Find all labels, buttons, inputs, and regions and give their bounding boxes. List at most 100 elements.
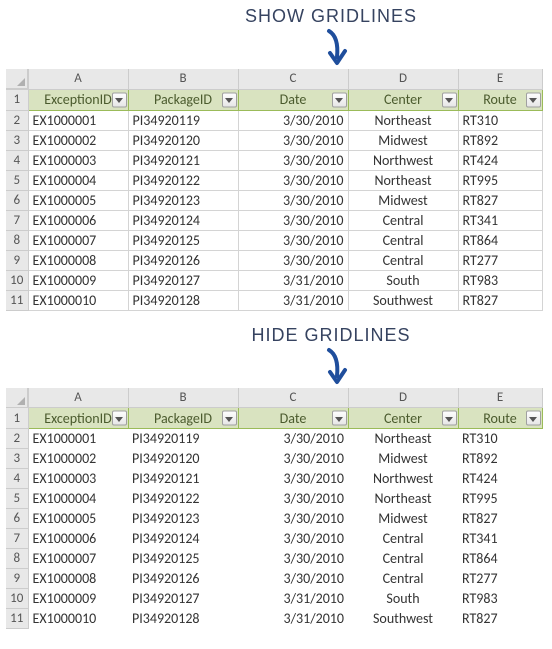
- cell-package-id[interactable]: PI34920126: [128, 569, 238, 589]
- cell-center[interactable]: Central: [348, 250, 458, 270]
- filter-dropdown-icon[interactable]: [526, 92, 541, 107]
- cell-center[interactable]: South: [348, 270, 458, 290]
- cell-exception-id[interactable]: EX1000005: [28, 509, 128, 529]
- filter-dropdown-icon[interactable]: [222, 92, 237, 107]
- column-header-b[interactable]: B: [128, 388, 238, 408]
- filter-dropdown-icon[interactable]: [442, 92, 457, 107]
- column-header-e[interactable]: E: [458, 388, 542, 408]
- column-header-a[interactable]: A: [28, 69, 128, 89]
- row-header[interactable]: 10: [6, 589, 28, 609]
- cell-center[interactable]: Northeast: [348, 429, 458, 449]
- cell-center[interactable]: Northeast: [348, 110, 458, 130]
- row-header[interactable]: 2: [6, 110, 28, 130]
- cell-center[interactable]: Central: [348, 210, 458, 230]
- cell-exception-id[interactable]: EX1000006: [28, 529, 128, 549]
- cell-route[interactable]: RT983: [458, 270, 542, 290]
- cell-exception-id[interactable]: EX1000006: [28, 210, 128, 230]
- select-all-button[interactable]: [6, 388, 28, 408]
- cell-date[interactable]: 3/30/2010: [238, 150, 348, 170]
- cell-package-id[interactable]: PI34920120: [128, 449, 238, 469]
- cell-date[interactable]: 3/30/2010: [238, 130, 348, 150]
- cell-date[interactable]: 3/30/2010: [238, 469, 348, 489]
- cell-center[interactable]: Central: [348, 529, 458, 549]
- cell-exception-id[interactable]: EX1000008: [28, 569, 128, 589]
- cell-date[interactable]: 3/30/2010: [238, 449, 348, 469]
- table-header-center[interactable]: Center: [348, 89, 458, 110]
- cell-route[interactable]: RT424: [458, 150, 542, 170]
- row-header[interactable]: 5: [6, 170, 28, 190]
- table-header-package-id[interactable]: PackageID: [128, 89, 238, 110]
- cell-date[interactable]: 3/30/2010: [238, 170, 348, 190]
- cell-route[interactable]: RT424: [458, 469, 542, 489]
- column-header-c[interactable]: C: [238, 69, 348, 89]
- row-header[interactable]: 7: [6, 529, 28, 549]
- table-header-date[interactable]: Date: [238, 408, 348, 429]
- cell-exception-id[interactable]: EX1000010: [28, 609, 128, 629]
- cell-route[interactable]: RT310: [458, 110, 542, 130]
- cell-route[interactable]: RT864: [458, 230, 542, 250]
- cell-package-id[interactable]: PI34920126: [128, 250, 238, 270]
- cell-center[interactable]: Midwest: [348, 130, 458, 150]
- cell-route[interactable]: RT995: [458, 489, 542, 509]
- table-header-exception-id[interactable]: ExceptionID: [28, 89, 128, 110]
- filter-dropdown-icon[interactable]: [442, 411, 457, 426]
- cell-date[interactable]: 3/30/2010: [238, 489, 348, 509]
- cell-package-id[interactable]: PI34920125: [128, 230, 238, 250]
- row-header[interactable]: 4: [6, 150, 28, 170]
- select-all-button[interactable]: [6, 69, 28, 89]
- cell-date[interactable]: 3/30/2010: [238, 529, 348, 549]
- cell-exception-id[interactable]: EX1000002: [28, 449, 128, 469]
- cell-package-id[interactable]: PI34920124: [128, 210, 238, 230]
- row-header[interactable]: 10: [6, 270, 28, 290]
- cell-date[interactable]: 3/31/2010: [238, 290, 348, 310]
- cell-exception-id[interactable]: EX1000003: [28, 469, 128, 489]
- cell-route[interactable]: RT341: [458, 529, 542, 549]
- cell-package-id[interactable]: PI34920128: [128, 290, 238, 310]
- table-header-center[interactable]: Center: [348, 408, 458, 429]
- cell-package-id[interactable]: PI34920119: [128, 429, 238, 449]
- cell-route[interactable]: RT892: [458, 449, 542, 469]
- cell-center[interactable]: Midwest: [348, 449, 458, 469]
- filter-dropdown-icon[interactable]: [332, 92, 347, 107]
- cell-date[interactable]: 3/30/2010: [238, 190, 348, 210]
- row-header[interactable]: 5: [6, 489, 28, 509]
- cell-package-id[interactable]: PI34920122: [128, 489, 238, 509]
- cell-center[interactable]: Northeast: [348, 170, 458, 190]
- cell-exception-id[interactable]: EX1000004: [28, 489, 128, 509]
- cell-package-id[interactable]: PI34920127: [128, 270, 238, 290]
- cell-center[interactable]: Central: [348, 230, 458, 250]
- cell-center[interactable]: Northwest: [348, 469, 458, 489]
- cell-exception-id[interactable]: EX1000010: [28, 290, 128, 310]
- row-header[interactable]: 9: [6, 569, 28, 589]
- column-header-c[interactable]: C: [238, 388, 348, 408]
- filter-dropdown-icon[interactable]: [332, 411, 347, 426]
- cell-exception-id[interactable]: EX1000003: [28, 150, 128, 170]
- filter-dropdown-icon[interactable]: [112, 92, 127, 107]
- column-header-d[interactable]: D: [348, 388, 458, 408]
- cell-center[interactable]: Northeast: [348, 489, 458, 509]
- row-header[interactable]: 1: [6, 89, 28, 110]
- table-header-package-id[interactable]: PackageID: [128, 408, 238, 429]
- cell-package-id[interactable]: PI34920119: [128, 110, 238, 130]
- cell-exception-id[interactable]: EX1000009: [28, 270, 128, 290]
- cell-package-id[interactable]: PI34920123: [128, 509, 238, 529]
- row-header[interactable]: 8: [6, 549, 28, 569]
- cell-center[interactable]: Central: [348, 569, 458, 589]
- cell-route[interactable]: RT277: [458, 569, 542, 589]
- cell-route[interactable]: RT983: [458, 589, 542, 609]
- filter-dropdown-icon[interactable]: [222, 411, 237, 426]
- cell-package-id[interactable]: PI34920123: [128, 190, 238, 210]
- column-header-a[interactable]: A: [28, 388, 128, 408]
- cell-route[interactable]: RT827: [458, 190, 542, 210]
- cell-exception-id[interactable]: EX1000009: [28, 589, 128, 609]
- cell-route[interactable]: RT995: [458, 170, 542, 190]
- cell-package-id[interactable]: PI34920127: [128, 589, 238, 609]
- cell-center[interactable]: Midwest: [348, 190, 458, 210]
- cell-date[interactable]: 3/30/2010: [238, 250, 348, 270]
- cell-date[interactable]: 3/30/2010: [238, 230, 348, 250]
- cell-route[interactable]: RT277: [458, 250, 542, 270]
- cell-date[interactable]: 3/30/2010: [238, 549, 348, 569]
- cell-exception-id[interactable]: EX1000008: [28, 250, 128, 270]
- cell-center[interactable]: Central: [348, 549, 458, 569]
- filter-dropdown-icon[interactable]: [526, 411, 541, 426]
